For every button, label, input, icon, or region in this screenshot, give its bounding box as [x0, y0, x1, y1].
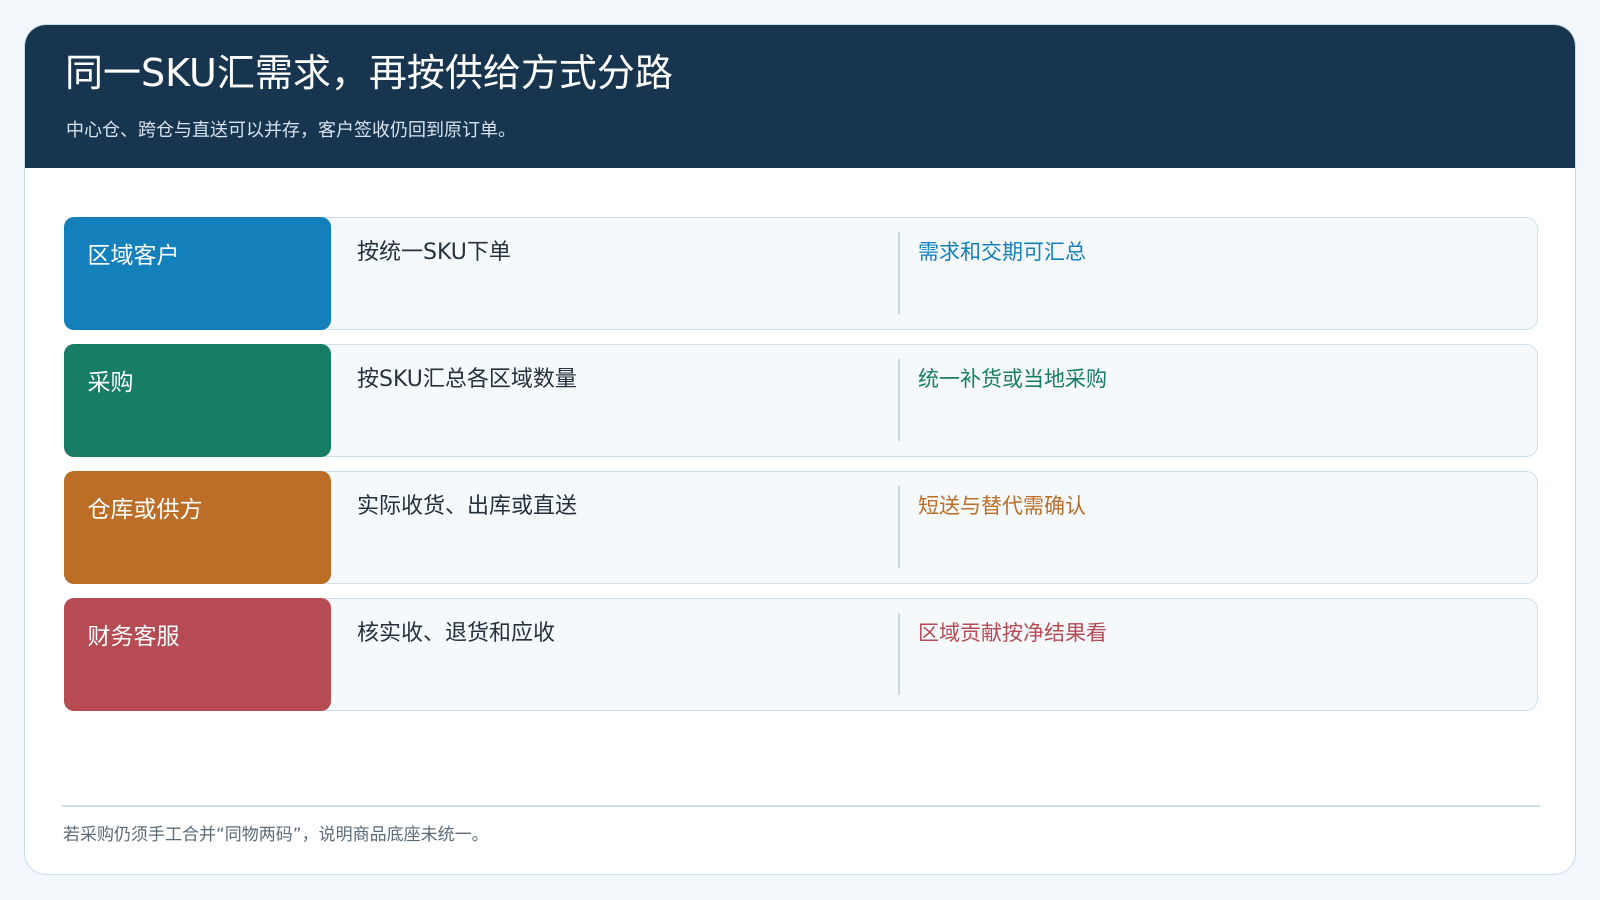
outcome-text: 需求和交期可汇总 [918, 240, 1086, 264]
outcome-text: 短送与替代需确认 [918, 494, 1086, 518]
row-divider [898, 486, 900, 568]
page-subtitle: 中心仓、跨仓与直送可以并存，客户签收仍回到原订单。 [66, 120, 516, 141]
outcome-text: 统一补货或当地采购 [918, 367, 1107, 391]
action-text: 按SKU汇总各区域数量 [357, 367, 577, 392]
flow-row-regional-customer: 区域客户 按统一SKU下单 需求和交期可汇总 [63, 216, 1538, 330]
footer-note: 若采购仍须手工合并“同物两码”，说明商品底座未统一。 [63, 825, 489, 845]
row-divider [898, 359, 900, 441]
row-divider [898, 613, 900, 695]
header-banner: 同一SKU汇需求，再按供给方式分路 中心仓、跨仓与直送可以并存，客户签收仍回到原… [25, 25, 1575, 168]
role-label: 仓库或供方 [63, 470, 331, 584]
flow-rows: 区域客户 按统一SKU下单 需求和交期可汇总 采购 按SKU汇总各区域数量 统一… [63, 216, 1538, 725]
role-label: 采购 [63, 343, 331, 457]
page-title: 同一SKU汇需求，再按供给方式分路 [65, 51, 673, 95]
action-text: 按统一SKU下单 [357, 240, 511, 265]
flow-row-finance-service: 财务客服 核实收、退货和应收 区域贡献按净结果看 [63, 597, 1538, 711]
role-label: 区域客户 [63, 216, 331, 330]
row-divider [898, 232, 900, 314]
diagram-card: 同一SKU汇需求，再按供给方式分路 中心仓、跨仓与直送可以并存，客户签收仍回到原… [24, 24, 1576, 875]
footer-divider [62, 805, 1540, 807]
outcome-text: 区域贡献按净结果看 [918, 621, 1107, 645]
action-text: 核实收、退货和应收 [357, 621, 556, 646]
action-text: 实际收货、出库或直送 [357, 494, 578, 519]
flow-row-warehouse-supplier: 仓库或供方 实际收货、出库或直送 短送与替代需确认 [63, 470, 1538, 584]
flow-row-procurement: 采购 按SKU汇总各区域数量 统一补货或当地采购 [63, 343, 1538, 457]
role-label: 财务客服 [63, 597, 331, 711]
